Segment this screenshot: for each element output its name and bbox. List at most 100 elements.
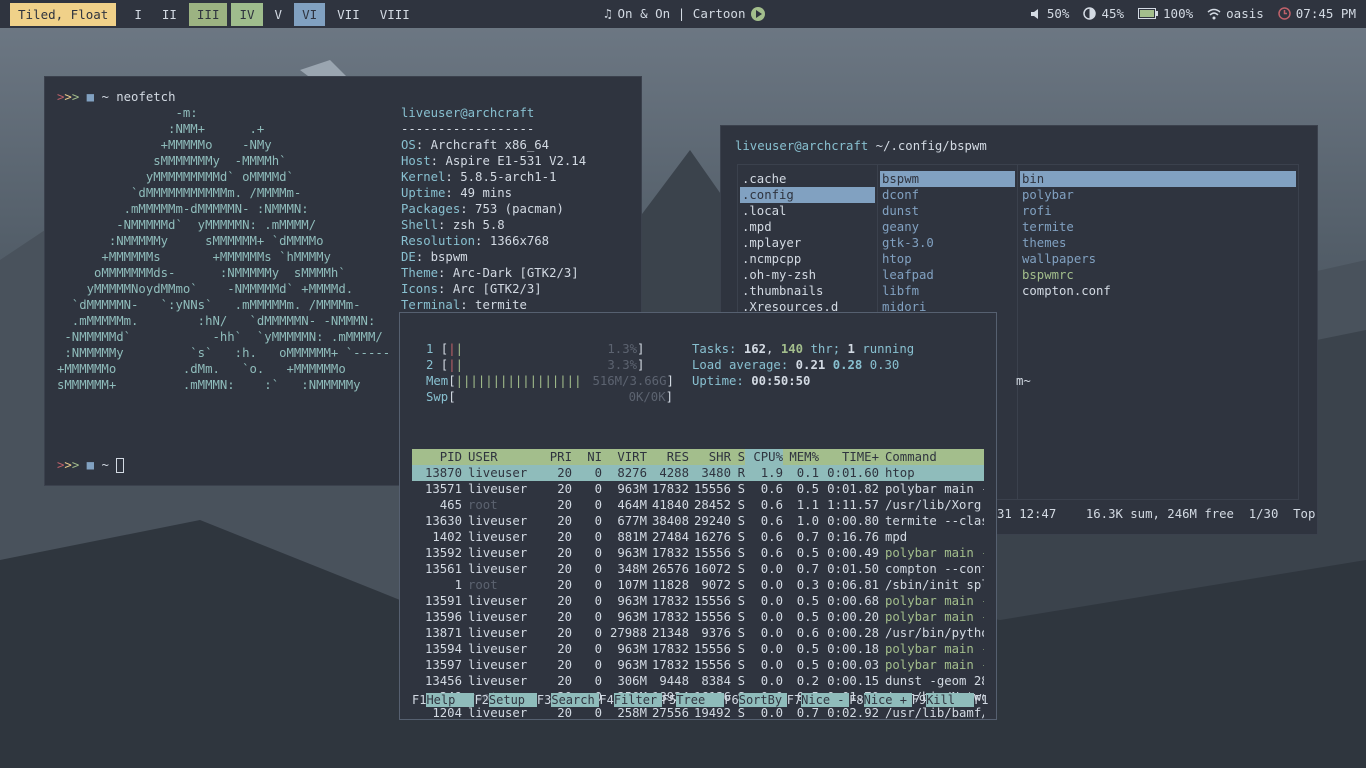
workspace-8[interactable]: VIII bbox=[372, 3, 418, 26]
fkey-2[interactable]: F2Setup bbox=[474, 693, 537, 707]
list-item[interactable]: htop bbox=[880, 251, 1015, 267]
workspace-7[interactable]: VII bbox=[329, 3, 368, 26]
table-row[interactable]: 13561 liveuser 20 0 348M 26576 16072 S 0.0 0.7 0:0… bbox=[412, 561, 984, 577]
wifi-module[interactable]: oasis bbox=[1207, 6, 1264, 21]
workspace-1[interactable]: I bbox=[126, 3, 150, 26]
brightness-module[interactable]: 45% bbox=[1083, 6, 1124, 21]
process-table-header[interactable]: PID USER PRI NI VIRT RES SHR S CPU% MEM%… bbox=[412, 449, 984, 465]
list-item[interactable]: rofi bbox=[1020, 203, 1296, 219]
col-user[interactable]: USER bbox=[462, 449, 532, 465]
col-time[interactable]: TIME+ bbox=[819, 449, 879, 465]
cell-shr: 15556 bbox=[693, 482, 731, 496]
battery-module[interactable]: 100% bbox=[1138, 6, 1193, 21]
list-item[interactable]: dconf bbox=[880, 187, 1015, 203]
fkey-1[interactable]: F1Help bbox=[412, 693, 475, 707]
col-virt[interactable]: VIRT bbox=[602, 449, 647, 465]
table-row[interactable]: 1402 liveuser 20 0 881M 27484 16276 S 0.6 0.7 0:16… bbox=[412, 529, 984, 545]
info-row: Resolution: 1366x768 bbox=[401, 234, 550, 248]
list-item[interactable]: themes bbox=[1020, 235, 1296, 251]
cell-shr: 15556 bbox=[693, 546, 731, 560]
cell-mem: 1.0 bbox=[796, 514, 819, 528]
layout-mode[interactable]: Tiled, Float bbox=[10, 2, 117, 26]
table-row[interactable]: 465 root 20 0 464M 41840 28452 S 0.6 1.1 1:11.57/u… bbox=[412, 497, 984, 513]
col-mem[interactable]: MEM% bbox=[783, 449, 819, 465]
cell-pid: 13561 bbox=[424, 562, 462, 576]
list-item-selected[interactable]: .config bbox=[740, 187, 875, 203]
workspace-5[interactable]: V bbox=[267, 3, 291, 26]
col-res[interactable]: RES bbox=[647, 449, 689, 465]
list-item[interactable]: libfm bbox=[880, 283, 1015, 299]
fkey-5[interactable]: F5Tree bbox=[662, 693, 725, 707]
cell-res: 17832 bbox=[651, 642, 689, 656]
list-item[interactable]: compton.conf bbox=[1020, 283, 1296, 299]
list-item[interactable]: polybar bbox=[1020, 187, 1296, 203]
speaker-icon bbox=[1030, 8, 1038, 19]
cell-ni: 0 bbox=[594, 482, 602, 496]
clock-module[interactable]: 07:45 PM bbox=[1278, 6, 1356, 21]
workspace-6[interactable]: VI bbox=[294, 2, 326, 26]
fkey-4[interactable]: F4Filter bbox=[599, 693, 662, 707]
list-item[interactable]: .cache bbox=[740, 171, 875, 187]
col-shr[interactable]: SHR bbox=[689, 449, 731, 465]
list-item[interactable]: leafpad bbox=[880, 267, 1015, 283]
cpu1-meter: 1 [|| 1.3%] bbox=[426, 342, 645, 356]
ascii-line: :NMM+ .+ bbox=[57, 122, 265, 136]
table-row[interactable]: 13592 liveuser 20 0 963M 17832 15556 S 0.6 0.5 0:0… bbox=[412, 545, 984, 561]
table-row-selected[interactable]: 13870 liveuser 20 0 8276 4288 3480 R 1.9 0.1 0:01.… bbox=[412, 465, 984, 481]
fkey-6[interactable]: F6SortBy bbox=[724, 693, 787, 707]
workspace-3[interactable]: III bbox=[188, 2, 228, 26]
list-item[interactable]: geany bbox=[880, 219, 1015, 235]
fkey-3[interactable]: F3Search bbox=[537, 693, 600, 707]
table-row[interactable]: 13591 liveuser 20 0 963M 17832 15556 S 0.0 0.5 0:0… bbox=[412, 593, 984, 609]
col-cpu[interactable]: CPU% bbox=[745, 449, 783, 465]
swap-label: Swp bbox=[426, 390, 449, 404]
list-item[interactable]: .mplayer bbox=[740, 235, 875, 251]
prompt-line-end[interactable]: >>> ■ ~ bbox=[57, 457, 125, 473]
cell-mem: 1.1 bbox=[796, 498, 819, 512]
fkey-8[interactable]: F8Nice + bbox=[849, 693, 912, 707]
table-row[interactable]: 13596 liveuser 20 0 963M 17832 15556 S 0.0 0.5 0:0… bbox=[412, 609, 984, 625]
cpu1-label: 1 bbox=[426, 342, 434, 356]
list-item[interactable]: termite bbox=[1020, 219, 1296, 235]
fkey-7[interactable]: F7Nice - bbox=[787, 693, 850, 707]
col-command[interactable]: Command bbox=[879, 449, 984, 465]
list-item[interactable]: dunst bbox=[880, 203, 1015, 219]
col-state[interactable]: S bbox=[731, 449, 745, 465]
music-module[interactable]: ♫ On & On | Cartoon bbox=[604, 6, 766, 21]
fkey-10[interactable]: F1 bbox=[974, 693, 992, 707]
table-row[interactable]: 1204 liveuser 20 0 258M 27556 19492 S 0.0 0.7 0:02… bbox=[412, 705, 984, 721]
list-item-selected[interactable]: bin bbox=[1020, 171, 1296, 187]
table-row[interactable]: 13571 liveuser 20 0 963M 17832 15556 S 0.6 0.5 0:0… bbox=[412, 481, 984, 497]
table-row[interactable]: 1 root 20 0 107M 11828 9072 S 0.0 0.3 0:06.81/sbin… bbox=[412, 577, 984, 593]
list-item[interactable]: .ncmpcpp bbox=[740, 251, 875, 267]
col-pid[interactable]: PID bbox=[412, 449, 462, 465]
info-row: Uptime: 49 mins bbox=[401, 186, 513, 200]
table-row[interactable]: 13630 liveuser 20 0 677M 38408 29240 S 0.6 1.0 0:0… bbox=[412, 513, 984, 529]
table-row[interactable]: 13456 liveuser 20 0 306M 9448 8384 S 0.0 0.2 0:00.… bbox=[412, 673, 984, 689]
workspace-4[interactable]: IV bbox=[231, 2, 263, 26]
cell-state: S bbox=[737, 578, 745, 592]
list-item[interactable]: wallpapers bbox=[1020, 251, 1296, 267]
htop-terminal[interactable]: 1 [|| 1.3%] 2 [|| 3.3%] Mem[||||||||||||||… bbox=[399, 312, 997, 720]
col-pri[interactable]: PRI bbox=[532, 449, 572, 465]
table-row[interactable]: 13597 liveuser 20 0 963M 17832 15556 S 0.0 0.5 0:0… bbox=[412, 657, 984, 673]
cell-mem: 0.7 bbox=[796, 562, 819, 576]
cell-pid: 13596 bbox=[424, 610, 462, 624]
list-item[interactable]: .thumbnails bbox=[740, 283, 875, 299]
table-row[interactable]: 13871 liveuser 20 0 27988 21348 9376 S 0.0 0.6 0:0… bbox=[412, 625, 984, 641]
list-item[interactable]: .local bbox=[740, 203, 875, 219]
list-item[interactable]: bspwmrc bbox=[1020, 267, 1296, 283]
list-item[interactable]: gtk-3.0 bbox=[880, 235, 1015, 251]
list-item-selected[interactable]: bspwm bbox=[880, 171, 1015, 187]
col-ni[interactable]: NI bbox=[572, 449, 602, 465]
ascii-line: `dMMMMMMMMMMMm. /MMMMm- bbox=[57, 186, 302, 200]
cell-user: liveuser bbox=[468, 706, 528, 720]
play-icon[interactable] bbox=[751, 6, 766, 21]
volume-module[interactable]: 50% bbox=[1030, 6, 1069, 21]
workspace-2[interactable]: II bbox=[154, 3, 185, 26]
fkey-9[interactable]: F9Kill bbox=[912, 693, 975, 707]
list-item[interactable]: .oh-my-zsh bbox=[740, 267, 875, 283]
table-row[interactable]: 13594 liveuser 20 0 963M 17832 15556 S 0.0 0.5 0:0… bbox=[412, 641, 984, 657]
cell-virt: 107M bbox=[617, 578, 647, 592]
list-item[interactable]: .mpd bbox=[740, 219, 875, 235]
